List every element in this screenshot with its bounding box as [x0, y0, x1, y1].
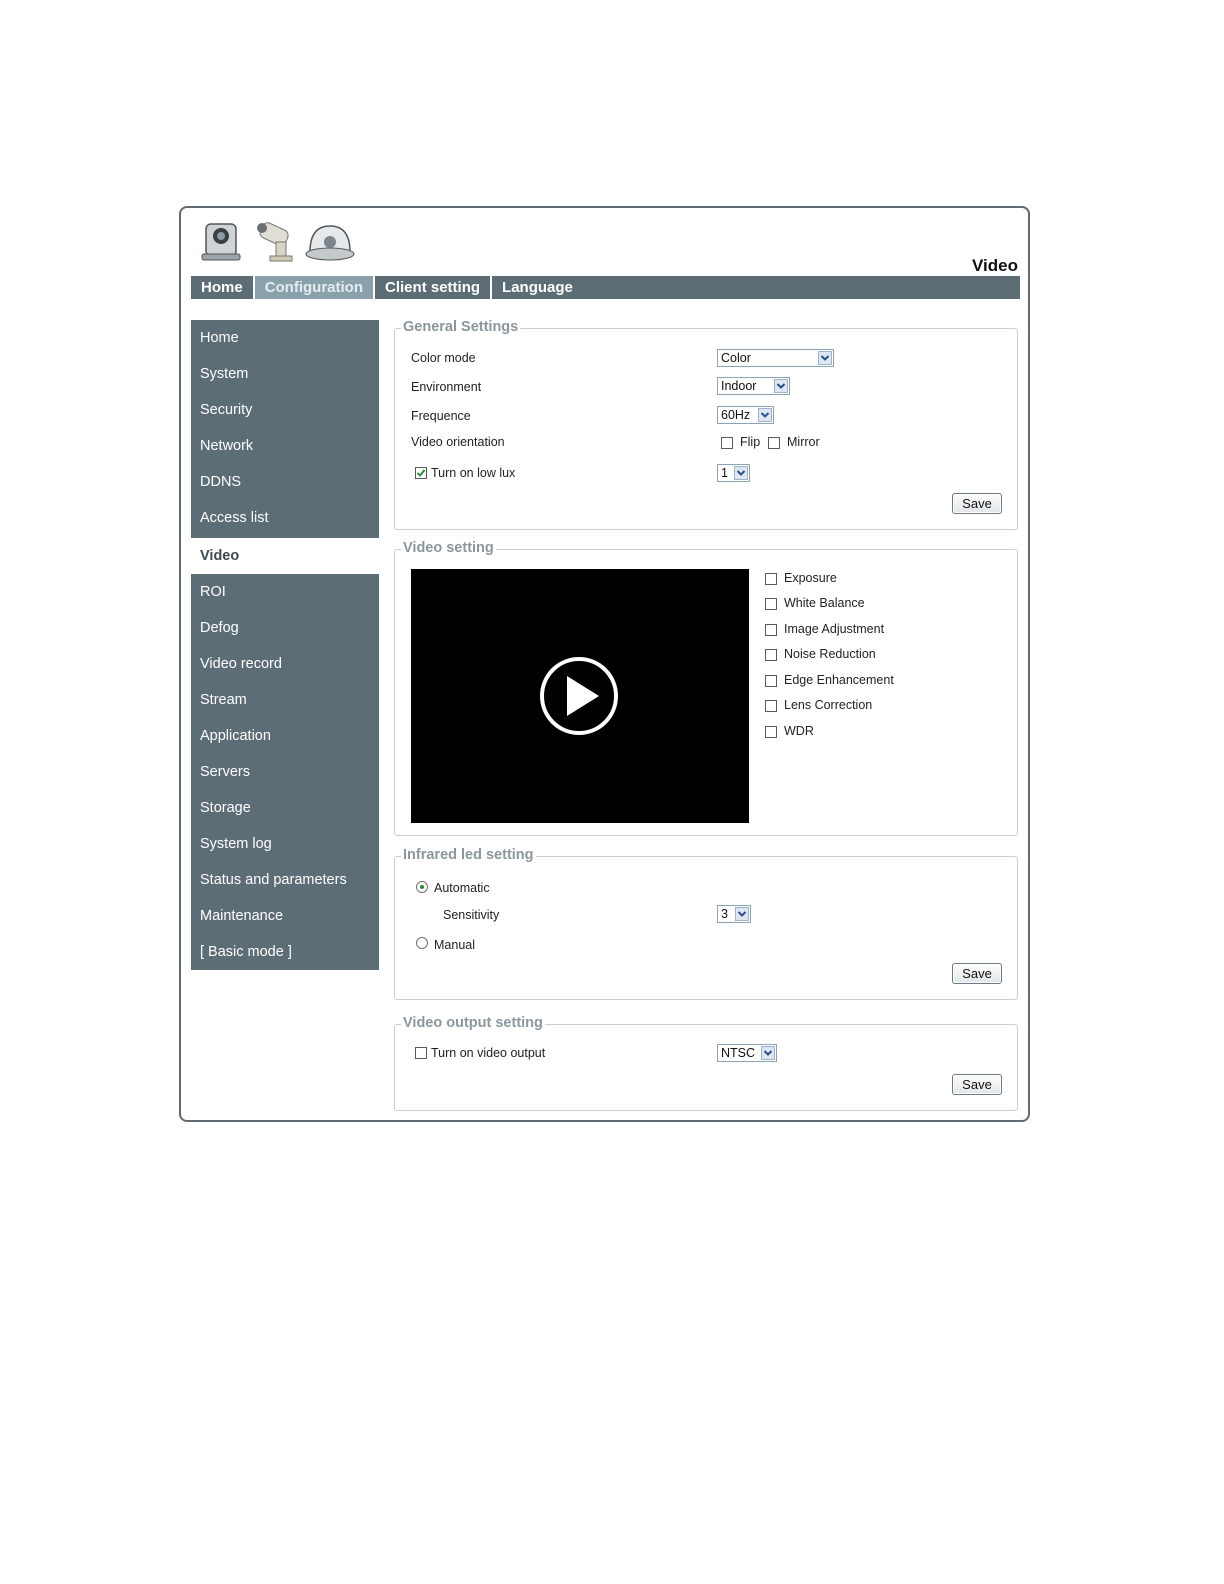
chevron-down-icon — [761, 1046, 775, 1060]
low-lux-checkbox[interactable] — [415, 467, 427, 479]
general-save-button[interactable]: Save — [952, 493, 1002, 514]
sidebar-item-defog[interactable]: Defog — [191, 610, 379, 646]
frequence-value: 60Hz — [721, 408, 751, 422]
sidebar-item-maintenance[interactable]: Maintenance — [191, 898, 379, 934]
sidebar-item-status-and-parameters[interactable]: Status and parameters — [191, 862, 379, 898]
low-lux-label: Turn on low lux — [431, 466, 516, 480]
image-adjustment-label: Image Adjustment — [784, 622, 885, 636]
checkmark-icon — [416, 469, 426, 477]
chevron-down-icon — [734, 466, 748, 480]
sidebar: Home System Security Network DDNS Access… — [191, 320, 379, 970]
noise-reduction-label: Noise Reduction — [784, 647, 876, 661]
sidebar-item-system[interactable]: System — [191, 356, 379, 392]
infrared-save-button[interactable]: Save — [952, 963, 1002, 984]
sidebar-item-video[interactable]: Video — [191, 538, 379, 574]
environment-select[interactable]: Indoor — [717, 377, 790, 395]
tab-client-setting[interactable]: Client setting — [375, 276, 493, 299]
environment-value: Indoor — [721, 379, 757, 393]
dome-camera-icon — [305, 225, 355, 261]
section-title: Video setting — [401, 540, 496, 556]
environment-label: Environment — [411, 380, 482, 394]
edge-enhancement-checkbox[interactable] — [765, 675, 777, 687]
sensitivity-select[interactable]: 3 — [717, 905, 751, 923]
sidebar-item-video-record[interactable]: Video record — [191, 646, 379, 682]
video-orientation-label: Video orientation — [411, 435, 505, 449]
sidebar-item-network[interactable]: Network — [191, 428, 379, 464]
general-settings-panel: General Settings Color mode Color Enviro… — [394, 319, 1018, 530]
mirror-checkbox[interactable] — [768, 437, 780, 449]
low-lux-level-select[interactable]: 1 — [717, 464, 750, 482]
manual-radio[interactable] — [416, 937, 428, 949]
section-title: General Settings — [401, 319, 521, 335]
mirror-label: Mirror — [787, 435, 820, 449]
video-standard-value: NTSC — [721, 1046, 756, 1060]
chevron-down-icon — [758, 408, 772, 422]
sensitivity-value: 3 — [721, 907, 728, 921]
sidebar-item-access-list[interactable]: Access list — [191, 500, 379, 538]
automatic-radio[interactable] — [416, 881, 428, 893]
sidebar-item-basic-mode[interactable]: [ Basic mode ] — [191, 934, 379, 970]
color-mode-label: Color mode — [411, 351, 476, 365]
noise-reduction-checkbox[interactable] — [765, 649, 777, 661]
tab-home[interactable]: Home — [191, 276, 255, 299]
video-output-panel: Video output setting Turn on video outpu… — [394, 1015, 1018, 1111]
section-title: Video output setting — [401, 1015, 545, 1031]
chevron-down-icon — [735, 907, 749, 921]
ptz-camera-icon — [201, 223, 241, 261]
page-title: Video — [972, 256, 1018, 275]
flip-label: Flip — [740, 435, 761, 449]
infrared-led-panel: Infrared led setting Automatic Sensitivi… — [394, 847, 1018, 1000]
wdr-label: WDR — [784, 724, 814, 738]
frequence-select[interactable]: 60Hz — [717, 406, 774, 424]
flip-checkbox[interactable] — [721, 437, 733, 449]
sidebar-item-application[interactable]: Application — [191, 718, 379, 754]
lens-correction-checkbox[interactable] — [765, 700, 777, 712]
tab-language[interactable]: Language — [492, 276, 583, 299]
sidebar-item-storage[interactable]: Storage — [191, 790, 379, 826]
video-output-save-button[interactable]: Save — [952, 1074, 1002, 1095]
color-mode-select[interactable]: Color — [717, 349, 834, 367]
wdr-checkbox[interactable] — [765, 726, 777, 738]
chevron-down-icon — [818, 351, 832, 365]
low-lux-level-value: 1 — [721, 466, 728, 480]
white-balance-checkbox[interactable] — [765, 598, 777, 610]
frequence-label: Frequence — [411, 409, 471, 423]
exposure-checkbox[interactable] — [765, 573, 777, 585]
edge-enhancement-label: Edge Enhancement — [784, 673, 894, 687]
top-navigation: Home Configuration Client setting Langua… — [191, 276, 1020, 299]
white-balance-label: White Balance — [784, 596, 865, 610]
sidebar-item-stream[interactable]: Stream — [191, 682, 379, 718]
exposure-label: Exposure — [784, 571, 837, 585]
sidebar-item-security[interactable]: Security — [191, 392, 379, 428]
video-standard-select[interactable]: NTSC — [717, 1044, 777, 1062]
camera-models-logo — [201, 222, 355, 262]
video-output-checkbox[interactable] — [415, 1047, 427, 1059]
tab-configuration[interactable]: Configuration — [254, 276, 376, 299]
chevron-down-icon — [774, 379, 788, 393]
sensitivity-label: Sensitivity — [443, 908, 500, 922]
video-setting-panel: Video setting Exposure White Balance Ima… — [394, 540, 1018, 836]
color-mode-value: Color — [721, 351, 751, 365]
section-title: Infrared led setting — [401, 847, 536, 863]
sidebar-item-roi[interactable]: ROI — [191, 574, 379, 610]
manual-label: Manual — [434, 938, 475, 952]
sidebar-item-system-log[interactable]: System log — [191, 826, 379, 862]
bullet-camera-icon — [257, 222, 293, 262]
sidebar-item-servers[interactable]: Servers — [191, 754, 379, 790]
automatic-label: Automatic — [434, 881, 490, 895]
video-output-label: Turn on video output — [431, 1046, 546, 1060]
sidebar-item-ddns[interactable]: DDNS — [191, 464, 379, 500]
image-adjustment-checkbox[interactable] — [765, 624, 777, 636]
play-icon[interactable] — [411, 569, 749, 823]
sidebar-item-home[interactable]: Home — [191, 320, 379, 356]
video-preview[interactable] — [411, 569, 749, 823]
lens-correction-label: Lens Correction — [784, 698, 873, 712]
